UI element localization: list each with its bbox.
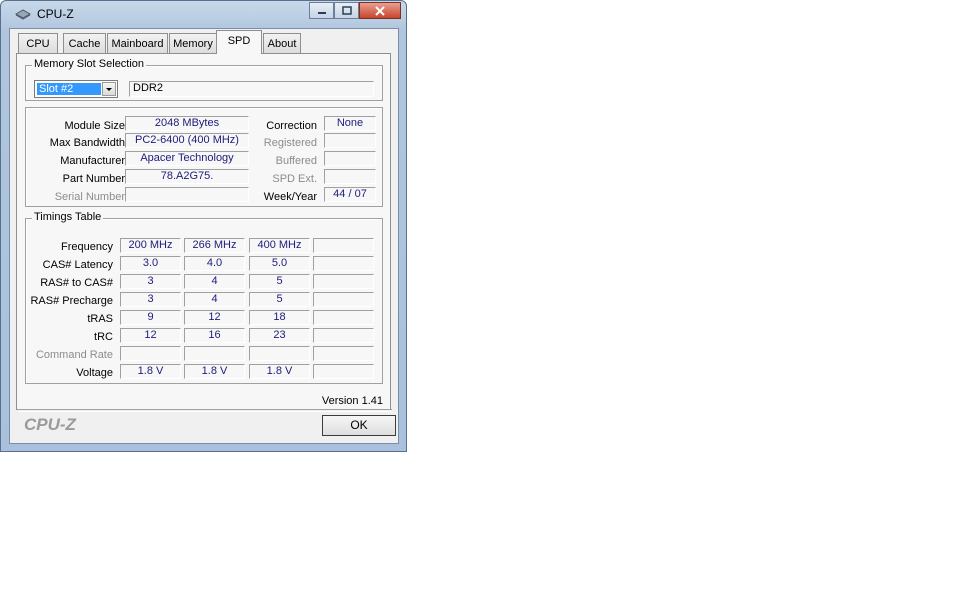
- timings-table-group-label: Timings Table: [32, 211, 104, 223]
- footer-divider: [18, 409, 392, 412]
- timing-cell: 266 MHz: [184, 238, 245, 253]
- timing-cell: [313, 238, 374, 253]
- part-number-value: 78.A2G75.: [125, 169, 249, 184]
- timing-cell: 400 MHz: [249, 238, 310, 253]
- timing-cell: [313, 346, 374, 361]
- timing-cell: [313, 310, 374, 325]
- timing-cell: 1.8 V: [184, 364, 245, 379]
- title-bar[interactable]: CPU-Z: [1, 1, 406, 27]
- module-size-value: 2048 MBytes: [125, 116, 249, 131]
- max-bandwidth-value: PC2-6400 (400 MHz): [125, 133, 249, 148]
- timing-cell: [313, 274, 374, 289]
- registered-label: Registered: [263, 137, 317, 149]
- timing-cell: [249, 346, 310, 361]
- buffered-value: [324, 151, 376, 166]
- serial-number-value: [125, 187, 249, 202]
- timing-cell: 18: [249, 310, 310, 325]
- registered-value: [324, 133, 376, 148]
- version-label: Version 1.41: [321, 395, 383, 407]
- close-icon: [375, 5, 385, 16]
- tab-memory[interactable]: Memory: [169, 33, 217, 53]
- timing-cell: 3: [120, 292, 181, 307]
- timing-cell: 4: [184, 292, 245, 307]
- timing-cell: 1.8 V: [120, 364, 181, 379]
- timing-cell: [313, 256, 374, 271]
- timing-row-label: RAS# Precharge: [30, 295, 113, 307]
- manufacturer-label: Manufacturer: [60, 155, 125, 167]
- timing-cell: 12: [120, 328, 181, 343]
- timing-row-label: RAS# to CAS#: [40, 277, 113, 289]
- cpu-chip-icon: [15, 9, 31, 20]
- tab-cpu[interactable]: CPU: [18, 33, 58, 53]
- maximize-button[interactable]: [334, 2, 359, 19]
- chevron-down-icon: [106, 88, 112, 91]
- timing-cell: 9: [120, 310, 181, 325]
- spd-ext-value: [324, 169, 376, 184]
- tab-about[interactable]: About: [263, 33, 301, 53]
- ok-button[interactable]: OK: [322, 415, 396, 436]
- timing-cell: [184, 346, 245, 361]
- buffered-label: Buffered: [275, 155, 317, 167]
- slot-select-value: Slot #2: [37, 83, 101, 95]
- slot-select[interactable]: Slot #2: [34, 80, 118, 98]
- correction-value: None: [324, 116, 376, 131]
- serial-number-label: Serial Number: [54, 191, 125, 203]
- correction-label: Correction: [266, 120, 317, 132]
- memory-slot-group-label: Memory Slot Selection: [32, 58, 147, 70]
- spd-ext-label: SPD Ext.: [272, 173, 317, 185]
- timing-row-label: tRAS: [87, 313, 113, 325]
- timing-cell: [313, 292, 374, 307]
- timing-row-label: Command Rate: [35, 349, 113, 361]
- max-bandwidth-label: Max Bandwidth: [49, 137, 125, 149]
- timing-cell: 5.0: [249, 256, 310, 271]
- part-number-label: Part Number: [62, 173, 125, 185]
- timing-row-label: Voltage: [76, 367, 113, 379]
- memory-type-field: DDR2: [129, 81, 374, 97]
- timing-cell: 3: [120, 274, 181, 289]
- timing-cell: 200 MHz: [120, 238, 181, 253]
- maximize-icon: [341, 6, 352, 15]
- timing-row-label: tRC: [94, 331, 113, 343]
- timing-row-label: Frequency: [61, 241, 113, 253]
- manufacturer-value: Apacer Technology: [125, 151, 249, 166]
- minimize-button[interactable]: [309, 2, 334, 19]
- timing-cell: 4.0: [184, 256, 245, 271]
- timing-cell: 3.0: [120, 256, 181, 271]
- window-title: CPU-Z: [37, 7, 74, 21]
- timing-cell: 5: [249, 274, 310, 289]
- tab-spd[interactable]: SPD: [216, 30, 262, 54]
- cpuz-window: CPU-Z CPU Cache Mainboard Memory SPD Abo…: [0, 0, 407, 452]
- timing-row-label: CAS# Latency: [42, 259, 113, 271]
- week-year-value: 44 / 07: [324, 187, 376, 202]
- cpuz-logo: CPU-Z: [24, 415, 76, 434]
- timing-cell: 12: [184, 310, 245, 325]
- timing-cell: 23: [249, 328, 310, 343]
- timing-cell: [313, 364, 374, 379]
- week-year-label: Week/Year: [263, 191, 317, 203]
- close-button[interactable]: [359, 2, 401, 19]
- tab-mainboard[interactable]: Mainboard: [107, 33, 168, 53]
- timing-cell: [120, 346, 181, 361]
- timing-cell: [313, 328, 374, 343]
- client-area: CPU Cache Mainboard Memory SPD About Mem…: [9, 28, 399, 444]
- spd-panel: Memory Slot Selection Slot #2 DDR2 Modul…: [16, 53, 391, 410]
- minimize-icon: [317, 11, 326, 14]
- tab-cache[interactable]: Cache: [63, 33, 106, 53]
- timing-cell: 5: [249, 292, 310, 307]
- timing-cell: 4: [184, 274, 245, 289]
- timing-cell: 1.8 V: [249, 364, 310, 379]
- dropdown-button[interactable]: [102, 82, 116, 96]
- timing-cell: 16: [184, 328, 245, 343]
- module-size-label: Module Size: [64, 120, 125, 132]
